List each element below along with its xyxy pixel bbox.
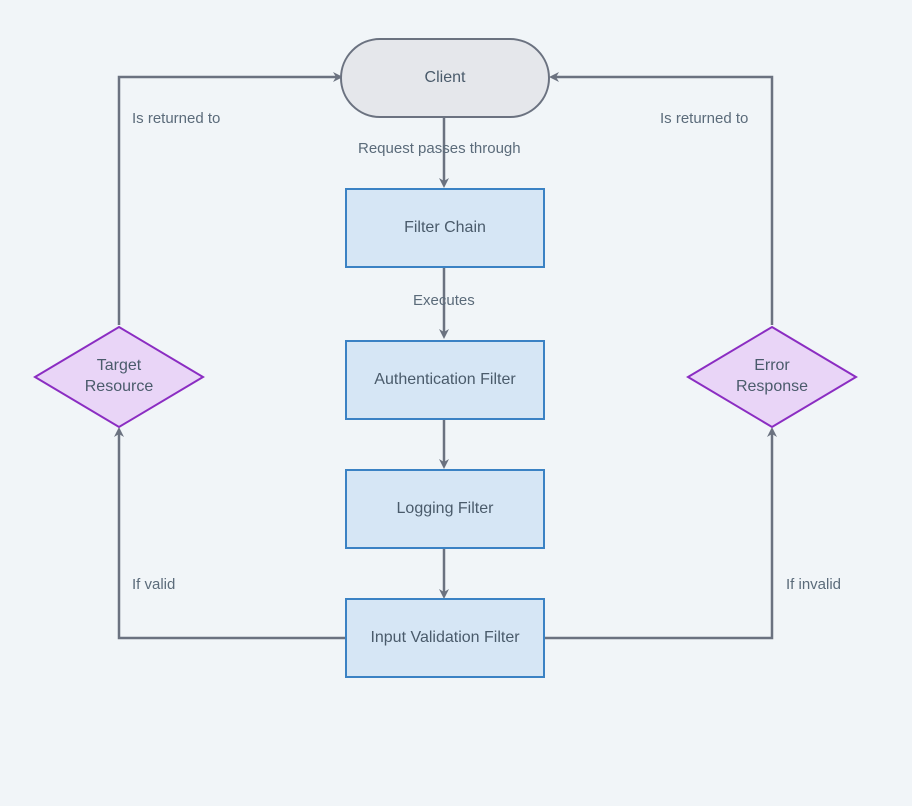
node-auth-filter-label: Authentication Filter xyxy=(374,369,515,391)
node-client: Client xyxy=(340,38,550,118)
edge-request-passes: Request passes through xyxy=(358,140,521,157)
node-logging-filter-label: Logging Filter xyxy=(397,498,494,520)
node-auth-filter: Authentication Filter xyxy=(345,340,545,420)
node-target-resource-label: Target Resource xyxy=(85,356,153,398)
edge-if-valid: If valid xyxy=(132,576,175,593)
node-logging-filter: Logging Filter xyxy=(345,469,545,549)
node-client-label: Client xyxy=(425,67,466,89)
edge-returned-right: Is returned to xyxy=(660,110,748,127)
node-input-validation: Input Validation Filter xyxy=(345,598,545,678)
node-error-response-label: Error Response xyxy=(736,356,808,398)
edge-executes: Executes xyxy=(413,292,475,309)
node-error-response: Error Response xyxy=(686,325,858,429)
node-target-resource: Target Resource xyxy=(33,325,205,429)
node-filter-chain: Filter Chain xyxy=(345,188,545,268)
edge-returned-left: Is returned to xyxy=(132,110,220,127)
node-input-validation-label: Input Validation Filter xyxy=(370,627,519,649)
node-filter-chain-label: Filter Chain xyxy=(404,217,486,239)
edge-if-invalid: If invalid xyxy=(786,576,841,593)
